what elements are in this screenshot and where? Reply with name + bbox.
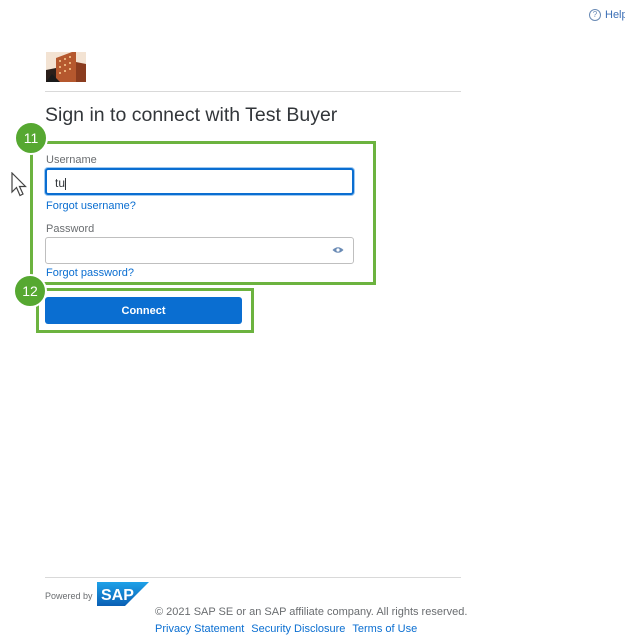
forgot-username-link[interactable]: Forgot username?: [46, 200, 136, 212]
copyright-text: © 2021 SAP SE or an SAP affiliate compan…: [155, 606, 468, 618]
help-link[interactable]: ? Help: [589, 9, 625, 21]
security-disclosure-link[interactable]: Security Disclosure: [251, 623, 345, 635]
forgot-password-link[interactable]: Forgot password?: [46, 267, 134, 279]
username-label: Username: [46, 154, 97, 166]
sap-logo: SAP: [97, 582, 149, 606]
password-label: Password: [46, 223, 95, 235]
footer-divider: [45, 577, 461, 578]
annotation-badge-11: 11: [14, 121, 48, 155]
header-divider: [45, 91, 461, 92]
footer-links: Privacy Statement Security Disclosure Te…: [155, 623, 417, 635]
powered-by-label: Powered by: [45, 591, 93, 601]
mouse-cursor-icon: [11, 172, 27, 197]
help-circle-icon: ?: [589, 9, 601, 21]
eye-icon[interactable]: [332, 246, 344, 254]
help-label: Help: [605, 9, 625, 21]
annotation-badge-12: 12: [13, 274, 47, 308]
username-value: tu: [55, 176, 66, 190]
connect-button[interactable]: Connect: [45, 297, 242, 324]
terms-of-use-link[interactable]: Terms of Use: [352, 623, 417, 635]
svg-text:SAP: SAP: [101, 587, 134, 604]
text-caret: [65, 177, 67, 190]
page-title: Sign in to connect with Test Buyer: [45, 104, 338, 126]
connect-button-label: Connect: [121, 304, 166, 317]
company-logo: [46, 52, 86, 82]
password-field[interactable]: [45, 237, 354, 264]
privacy-statement-link[interactable]: Privacy Statement: [155, 623, 244, 635]
username-field[interactable]: tu: [45, 168, 354, 195]
